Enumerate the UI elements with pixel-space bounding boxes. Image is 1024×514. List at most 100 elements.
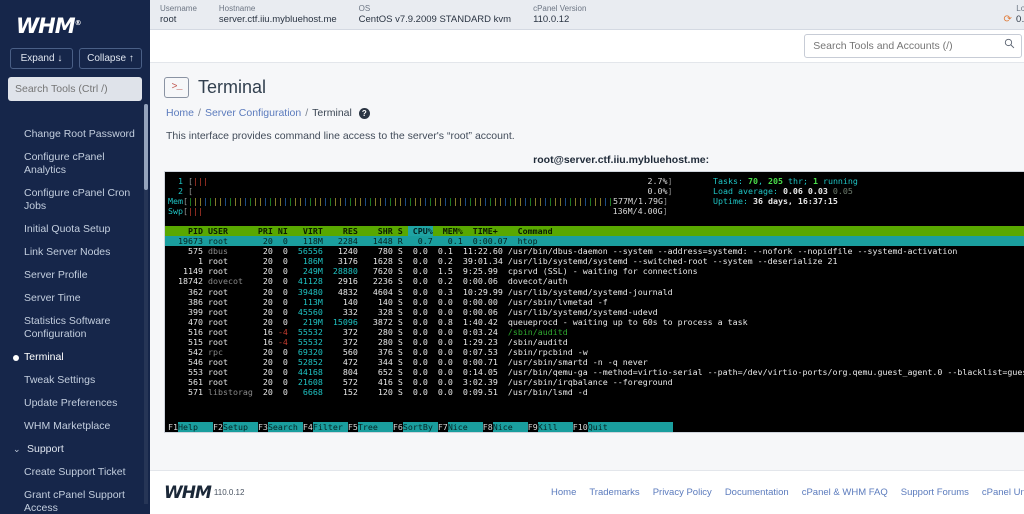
terminal-icon: >_ bbox=[164, 77, 189, 98]
sidebar-item-server-time[interactable]: Server Time bbox=[0, 287, 150, 310]
process-row[interactable]: 571 libstorag 20 0 6668 152 120 S 0.0 0.… bbox=[165, 387, 1024, 397]
sidebar-item-label: Initial Quota Setup bbox=[24, 223, 111, 235]
process-row-selected[interactable]: 19673 root 20 0 118M 2284 1448 R 0.7 0.1… bbox=[165, 236, 1024, 247]
sidebar-scrollbar-thumb[interactable] bbox=[144, 104, 148, 190]
fkey-f3-label[interactable]: Search bbox=[267, 421, 303, 432]
footer-link-documentation[interactable]: Documentation bbox=[725, 487, 789, 498]
load-averages: Load Averages ⟳ 0.07 0.03 0.05 bbox=[1004, 4, 1024, 25]
global-search-bar bbox=[150, 30, 1024, 63]
main-column: Username root Hostname server.ctf.iiu.my… bbox=[150, 0, 1024, 514]
terminal-line-uptime: Uptime: 36 days, 16:37:15 bbox=[713, 196, 838, 207]
sidebar-item-link-server-nodes[interactable]: Link Server Nodes bbox=[0, 241, 150, 264]
process-row[interactable]: 561 root 20 0 21608 572 416 S 0.0 0.0 3:… bbox=[165, 377, 1024, 387]
sidebar-item-partial[interactable] bbox=[0, 111, 150, 121]
terminal-icon-glyph: >_ bbox=[171, 82, 182, 93]
fkey-f9-num: F9 bbox=[527, 421, 538, 432]
process-row[interactable]: 362 root 20 0 39480 4832 4604 S 0.0 0.3 … bbox=[165, 287, 1024, 297]
sidebar-item-create-support-ticket[interactable]: Create Support Ticket bbox=[0, 461, 150, 484]
expand-collapse-row: Expand ↓ Collapse ↑ bbox=[0, 46, 150, 77]
process-row[interactable]: 470 root 20 0 219M 15096 3872 S 0.0 0.8 … bbox=[165, 317, 1024, 327]
sidebar-item-whm-marketplace[interactable]: WHM Marketplace bbox=[0, 415, 150, 438]
terminal-output[interactable]: 1 [||| 2.7%] 2 [ 0.0%] Mem[|||||||||||||… bbox=[165, 172, 1024, 432]
collapse-button[interactable]: Collapse ↑ bbox=[79, 48, 142, 69]
sidebar-item-label: WHM Marketplace bbox=[24, 420, 111, 432]
footer-link-trademarks[interactable]: Trademarks bbox=[589, 487, 639, 498]
process-row[interactable]: 516 root 16 -4 55532 372 280 S 0.0 0.0 0… bbox=[165, 327, 1024, 337]
fkey-f5-num: F5 bbox=[347, 421, 358, 432]
sidebar-item-statistics-software-configuration[interactable]: Statistics Software Configuration bbox=[0, 310, 150, 346]
footer-link-home[interactable]: Home bbox=[551, 487, 576, 498]
sidebar-item-terminal[interactable]: Terminal bbox=[0, 346, 150, 369]
fkey-f7-num: F7 bbox=[437, 421, 448, 432]
sidebar-item-tweak-settings[interactable]: Tweak Settings bbox=[0, 369, 150, 392]
footer-link-privacy-policy[interactable]: Privacy Policy bbox=[653, 487, 712, 498]
username-value: root bbox=[160, 14, 177, 25]
terminal-window[interactable]: 1 [||| 2.7%] 2 [ 0.0%] Mem[|||||||||||||… bbox=[164, 171, 1024, 433]
terminal-stats-block: Tasks: 70, 205 thr; 1 running Load averag… bbox=[710, 176, 861, 206]
fkey-f4-label[interactable]: Filter bbox=[312, 421, 348, 432]
process-row[interactable]: 546 root 20 0 52852 472 344 S 0.0 0.0 0:… bbox=[165, 357, 1024, 367]
fkey-f9-label[interactable]: Kill bbox=[537, 421, 573, 432]
fkey-f8-label[interactable]: Nice bbox=[492, 421, 528, 432]
process-row[interactable]: 399 root 20 0 45560 332 328 S 0.0 0.0 0:… bbox=[165, 307, 1024, 317]
fkey-f6-label[interactable]: SortBy bbox=[402, 421, 438, 432]
arrow-down-icon: ↓ bbox=[57, 53, 63, 64]
sidebar-search-wrap bbox=[0, 77, 150, 111]
search-input[interactable] bbox=[804, 34, 1023, 58]
footer-links: Home Trademarks Privacy Policy Documentatio… bbox=[551, 487, 1024, 498]
expand-button[interactable]: Expand ↓ bbox=[10, 48, 73, 69]
terminal-session-title: root@server.ctf.iiu.mybluehost.me: bbox=[533, 154, 710, 166]
process-row[interactable]: 386 root 20 0 113M 140 140 S 0.0 0.0 0:0… bbox=[165, 297, 1024, 307]
page-header: >_ Terminal Home / Server Configuration … bbox=[150, 63, 1024, 142]
help-icon[interactable]: ? bbox=[358, 107, 370, 119]
load-up-arrow-icon: ⟳ bbox=[1003, 14, 1012, 25]
breadcrumb-separator-2: / bbox=[305, 107, 309, 119]
hostname-value: server.ctf.iiu.mybluehost.me bbox=[218, 14, 337, 25]
sidebar-item-configure-cpanel-cron-jobs[interactable]: Configure cPanel Cron Jobs bbox=[0, 182, 150, 218]
breadcrumb-home[interactable]: Home bbox=[166, 107, 194, 119]
fkey-f7-label[interactable]: Nice bbox=[447, 421, 483, 432]
sidebar-item-configure-cpanel-analytics[interactable]: Configure cPanel Analytics bbox=[0, 146, 150, 182]
footer-link-support-forums[interactable]: Support Forums bbox=[901, 487, 969, 498]
sidebar-item-support[interactable]: ⌄ Support bbox=[0, 438, 150, 461]
topbar-field-os: OS CentOS v7.9.2009 STANDARD kvm bbox=[359, 4, 511, 25]
page-content: >_ Terminal Home / Server Configuration … bbox=[150, 63, 1024, 470]
process-row[interactable]: 1 root 20 0 186M 3176 1628 S 0.0 0.2 39:… bbox=[165, 256, 1024, 266]
footer-link-cpanel-whm-faq[interactable]: cPanel & WHM FAQ bbox=[802, 487, 888, 498]
process-row[interactable]: 18742 dovecot 20 0 41128 2916 2236 S 0.0… bbox=[165, 276, 1024, 286]
username-label: Username bbox=[160, 4, 197, 13]
sidebar-item-initial-quota-setup[interactable]: Initial Quota Setup bbox=[0, 218, 150, 241]
sidebar-item-update-preferences[interactable]: Update Preferences bbox=[0, 392, 150, 415]
trademark-mark: ® bbox=[74, 19, 82, 27]
sidebar-search-input[interactable] bbox=[8, 77, 142, 101]
footer-link-cpanel-university[interactable]: cPanel University bbox=[982, 487, 1024, 498]
sidebar-item-label: Change Root Password bbox=[24, 128, 135, 140]
sidebar-item-change-root-password[interactable]: Change Root Password bbox=[0, 123, 150, 146]
fkey-f5-label[interactable]: Tree bbox=[357, 421, 393, 432]
terminal-line-mem: Mem[||||||||||||||||||||||||||||||||||||… bbox=[168, 196, 668, 207]
os-value: CentOS v7.9.2009 STANDARD kvm bbox=[358, 14, 512, 25]
process-row[interactable]: 575 dbus 20 0 56556 1240 780 S 0.0 0.1 1… bbox=[165, 246, 1024, 256]
fkey-f2-label[interactable]: Setup bbox=[222, 421, 258, 432]
sidebar-item-server-profile[interactable]: Server Profile bbox=[0, 264, 150, 287]
process-row[interactable]: 542 rpc 20 0 69320 560 376 S 0.0 0.0 0:0… bbox=[165, 347, 1024, 357]
sidebar-item-label: Terminal bbox=[24, 351, 64, 363]
terminal-line-cpu2: 2 [ 0.0%] bbox=[168, 186, 673, 197]
breadcrumb-server-configuration[interactable]: Server Configuration bbox=[205, 107, 301, 119]
sidebar-logo[interactable]: WHM® bbox=[0, 0, 150, 46]
terminal-function-keys: F1Help F2Setup F3Search F4Filter F5Tree … bbox=[165, 421, 676, 432]
whm-logo-text: WHM bbox=[16, 14, 76, 38]
process-row[interactable]: 1149 root 20 0 249M 28880 7620 S 0.0 1.5… bbox=[165, 266, 1024, 276]
fkey-f10-label[interactable]: Quit bbox=[587, 421, 623, 432]
cpanel-version-value: 110.0.12 bbox=[533, 14, 570, 25]
sidebar-item-grant-cpanel-support-access[interactable]: Grant cPanel Support Access bbox=[0, 484, 150, 514]
fkey-f1-label[interactable]: Help bbox=[178, 421, 213, 432]
process-row[interactable]: 515 root 16 -4 55532 372 280 S 0.0 0.0 1… bbox=[165, 337, 1024, 347]
sidebar-item-label: Server Time bbox=[24, 292, 81, 304]
page-title-row: >_ Terminal bbox=[164, 77, 1024, 98]
os-label: OS bbox=[358, 4, 371, 13]
process-row[interactable]: 553 root 20 0 44168 804 652 S 0.0 0.0 0:… bbox=[165, 367, 1024, 377]
load-averages-label: Load Averages bbox=[1016, 4, 1024, 13]
server-info-bar: Username root Hostname server.ctf.iiu.my… bbox=[150, 0, 1024, 30]
search-icon bbox=[1005, 38, 1015, 49]
